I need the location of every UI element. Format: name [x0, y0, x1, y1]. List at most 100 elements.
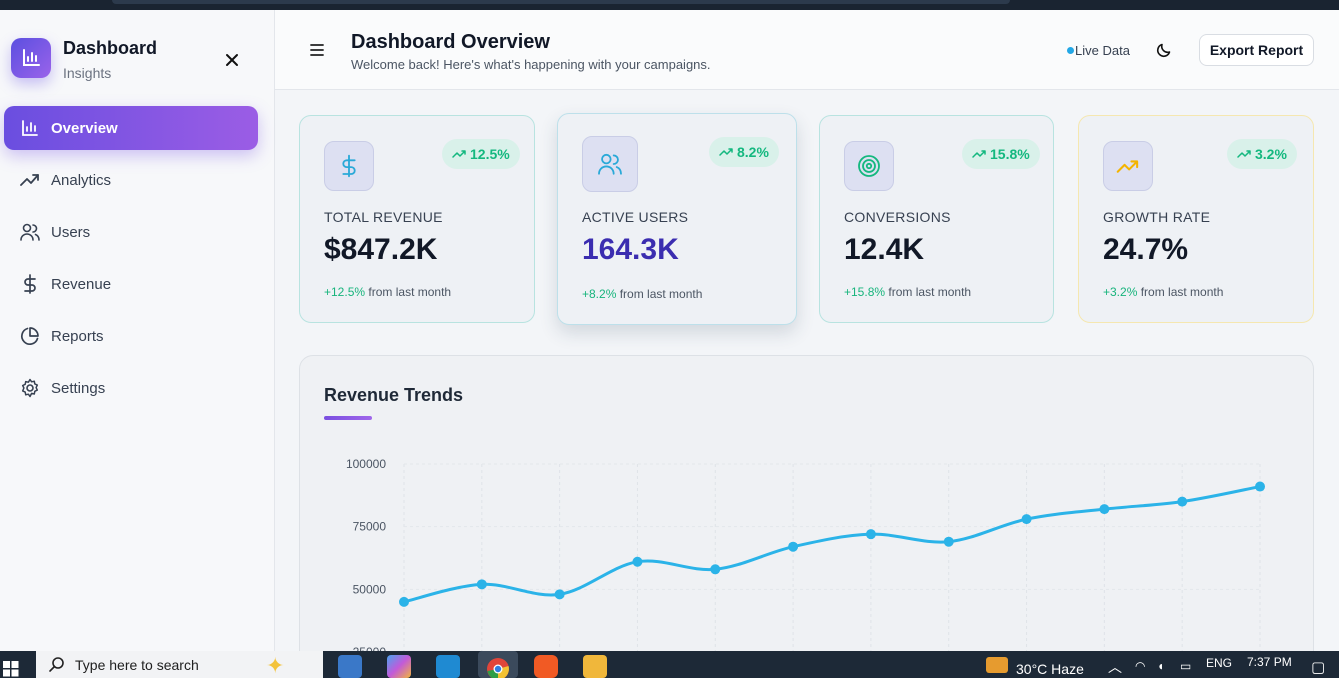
- search-icon: [49, 656, 64, 672]
- stat-value: 12.4K: [844, 233, 925, 266]
- live-data-label: Live Data: [1075, 43, 1130, 58]
- stat-footer: +12.5% from last month: [324, 285, 451, 299]
- change-badge: 3.2%: [1227, 139, 1297, 169]
- stat-card-growth: 3.2% GROWTH RATE 24.7% +3.2% from last m…: [1078, 115, 1314, 323]
- stat-card-revenue: 12.5% TOTAL REVENUE $847.2K +12.5% from …: [299, 115, 535, 323]
- sidebar-item-label: Revenue: [51, 275, 112, 293]
- windows-taskbar: Type here to search ✦ 30°C Haze ︿ ◠ ◖ ▭ …: [0, 651, 1339, 678]
- copilot-app-icon[interactable]: [387, 655, 411, 678]
- stat-label: GROWTH RATE: [1103, 209, 1211, 225]
- dollar-icon: [324, 141, 374, 191]
- badge-value: 8.2%: [737, 144, 769, 160]
- data-point: [399, 596, 409, 607]
- data-point: [632, 556, 643, 567]
- close-icon: [226, 54, 238, 66]
- sidebar-item-settings[interactable]: Settings: [4, 366, 258, 410]
- stat-change: +12.5%: [324, 285, 366, 299]
- language-indicator[interactable]: ENG: [1206, 656, 1232, 670]
- change-badge: 15.8%: [962, 139, 1040, 169]
- sidebar-item-label: Reports: [51, 327, 104, 345]
- stat-footer: +15.8% from last month: [844, 285, 971, 299]
- brave-app-icon[interactable]: [534, 655, 558, 678]
- data-point: [1099, 504, 1110, 515]
- sidebar-item-revenue[interactable]: Revenue: [4, 262, 258, 306]
- sidebar-item-users[interactable]: Users: [4, 210, 258, 254]
- bar-chart-icon: [20, 118, 40, 138]
- notifications-icon[interactable]: ▢: [1311, 658, 1325, 676]
- dollar-icon: [20, 274, 40, 294]
- stat-card-conversions: 15.8% CONVERSIONS 12.4K +15.8% from last…: [819, 115, 1054, 323]
- stat-value: $847.2K: [324, 233, 438, 266]
- data-point: [476, 579, 487, 590]
- data-point: [1021, 514, 1032, 525]
- browser-tab-bar: [112, 0, 1010, 4]
- sidebar: Dashboard Insights Overview Analytics Us…: [0, 10, 275, 651]
- trending-up-icon: [719, 148, 733, 156]
- trending-up-icon: [972, 150, 986, 158]
- weather-text: 30°C Haze: [1016, 661, 1084, 677]
- stat-value: 164.3K: [582, 233, 679, 266]
- stat-change: +15.8%: [844, 285, 886, 299]
- chart-title-underline: [324, 416, 372, 420]
- sidebar-item-analytics[interactable]: Analytics: [4, 158, 258, 202]
- data-point: [1255, 481, 1265, 492]
- vscode-app-icon[interactable]: [436, 655, 460, 678]
- file-explorer-app-icon[interactable]: [338, 655, 362, 678]
- y-tick-label: 75000: [353, 520, 387, 534]
- target-icon: [844, 141, 894, 191]
- moon-icon: [1156, 43, 1171, 58]
- users-icon: [20, 222, 40, 242]
- sidebar-close-button[interactable]: [220, 48, 244, 72]
- data-point: [865, 529, 876, 540]
- menu-toggle-button[interactable]: [307, 40, 327, 60]
- windows-start-icon[interactable]: [3, 661, 19, 677]
- stat-label: TOTAL REVENUE: [324, 209, 443, 225]
- page-subtitle: Welcome back! Here's what's happening wi…: [351, 57, 711, 72]
- data-point: [788, 541, 799, 552]
- change-badge: 12.5%: [442, 139, 520, 169]
- chart-title: Revenue Trends: [324, 385, 464, 405]
- trending-up-icon: [1103, 141, 1153, 191]
- badge-value: 12.5%: [470, 146, 510, 162]
- stat-footer: +3.2% from last month: [1103, 285, 1223, 299]
- trending-up-icon: [452, 150, 466, 158]
- brand-title: Dashboard: [63, 38, 158, 58]
- stat-value: 24.7%: [1103, 233, 1189, 266]
- stat-footer: +8.2% from last month: [582, 287, 702, 301]
- taskbar-search[interactable]: Type here to search ✦: [36, 651, 323, 678]
- sidebar-item-label: Users: [51, 223, 91, 241]
- theme-toggle-button[interactable]: [1155, 41, 1173, 59]
- badge-value: 3.2%: [1255, 146, 1287, 162]
- page-title: Dashboard Overview: [351, 31, 550, 53]
- data-point: [710, 564, 721, 575]
- brand-logo-icon: [11, 38, 51, 78]
- copilot-sparkle-icon: ✦: [266, 653, 285, 678]
- sidebar-item-reports[interactable]: Reports: [4, 314, 258, 358]
- users-icon: [582, 136, 638, 192]
- clock-time[interactable]: 7:37 PM: [1247, 655, 1292, 669]
- pie-chart-icon: [20, 326, 40, 346]
- stat-change: +3.2%: [1103, 285, 1138, 299]
- battery-icon[interactable]: ▭: [1180, 659, 1191, 673]
- y-tick-label: 50000: [353, 582, 387, 596]
- network-icon[interactable]: ◠: [1135, 659, 1145, 673]
- folder-app-icon[interactable]: [583, 655, 607, 678]
- export-report-button[interactable]: Export Report: [1199, 34, 1314, 66]
- sidebar-item-label: Analytics: [51, 171, 112, 189]
- chrome-app-icon[interactable]: [478, 651, 518, 678]
- data-point: [554, 589, 565, 600]
- volume-icon[interactable]: ◖: [1157, 659, 1164, 673]
- brand-subtitle: Insights: [63, 65, 112, 81]
- trending-up-icon: [1237, 150, 1251, 158]
- sidebar-item-label: Settings: [51, 379, 106, 397]
- data-point: [1177, 496, 1188, 507]
- data-point: [943, 536, 954, 547]
- stat-label: CONVERSIONS: [844, 209, 951, 225]
- live-dot-icon: [1067, 47, 1074, 54]
- stat-change-suffix: from last month: [888, 285, 972, 299]
- stat-label: ACTIVE USERS: [582, 209, 689, 225]
- sidebar-item-overview[interactable]: Overview: [4, 106, 258, 150]
- chevron-up-icon[interactable]: ︿: [1108, 657, 1122, 677]
- weather-icon: [986, 657, 1008, 673]
- stat-change-suffix: from last month: [368, 285, 452, 299]
